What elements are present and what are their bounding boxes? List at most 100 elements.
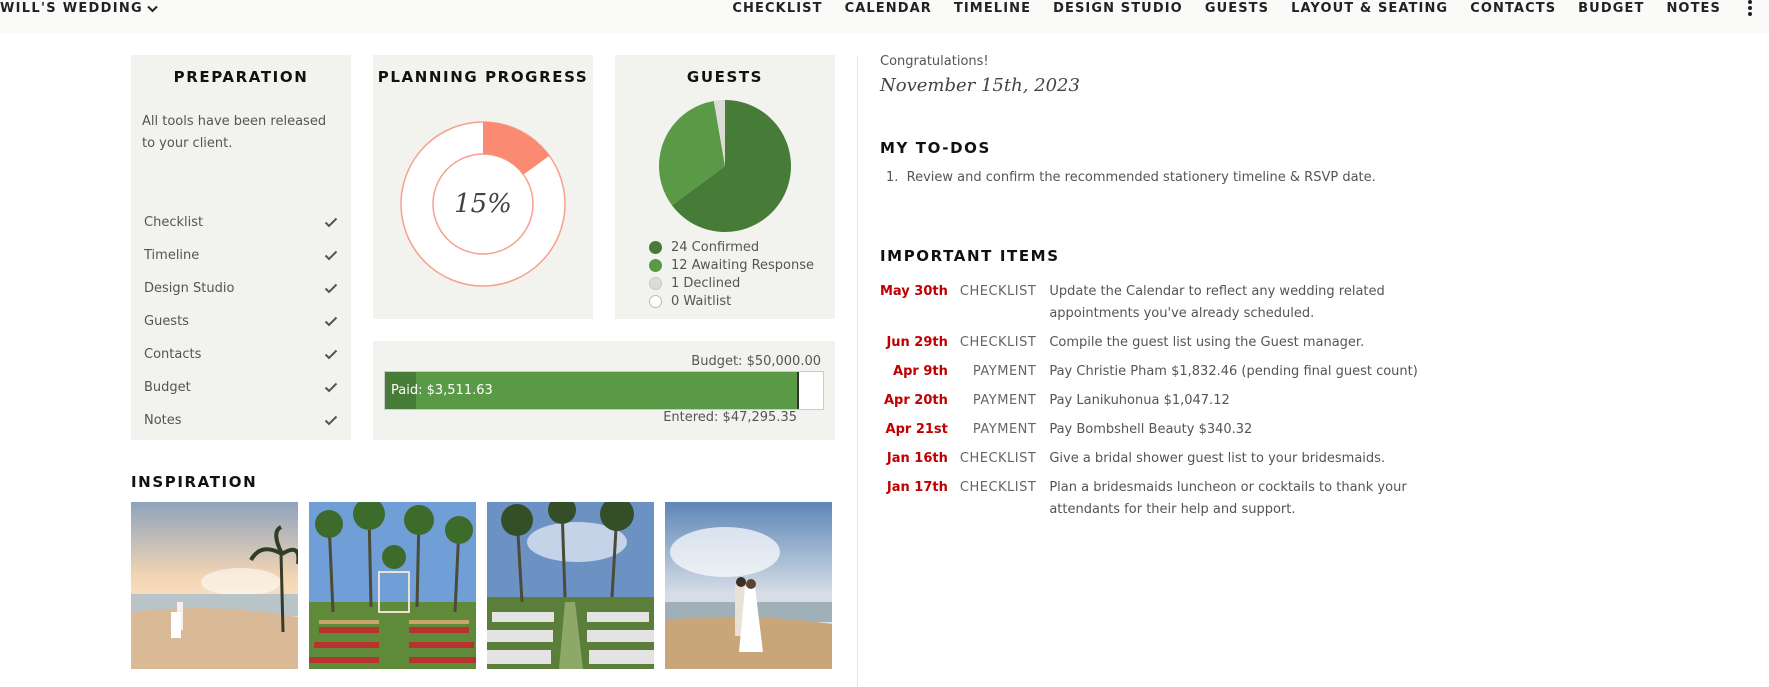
planning-progress-title: PLANNING PROGRESS <box>377 68 589 86</box>
todo-text: Review and confirm the recommended stati… <box>906 170 1376 185</box>
item-date: Apr 20th <box>884 393 948 408</box>
tool-name: Guests <box>144 314 189 329</box>
progress-percent: 15% <box>454 189 512 219</box>
item-text: Pay Lanikuhonua $1,047.12 <box>1049 393 1230 408</box>
item-text: Pay Christie Pham $1,832.46 (pending fin… <box>1049 364 1418 379</box>
wedding-date: November 15th, 2023 <box>880 75 1080 96</box>
list-item: Budget <box>144 371 338 404</box>
legend-label: 12 Awaiting Response <box>671 257 815 273</box>
item-date: Jan 17th <box>886 480 948 495</box>
preparation-note: All tools have been released to your cli… <box>142 114 327 151</box>
table-row[interactable]: Apr 21st PAYMENT Pay Bombshell Beauty $340… <box>880 419 1480 448</box>
inspiration-title: INSPIRATION <box>131 473 258 491</box>
guest-legend: 24 Confirmed 12 Awaiting Response 1 Decl… <box>649 238 814 310</box>
table-row[interactable]: Apr 20th PAYMENT Pay Lanikuhonua $1,047.12 <box>880 390 1480 419</box>
item-date: Apr 9th <box>893 364 948 379</box>
guests-panel: GUESTS 24 Confirmed 12 Awaiting Response… <box>615 55 835 319</box>
list-item: Contacts <box>144 338 338 371</box>
item-category: CHECKLIST <box>959 480 1037 495</box>
chevron-down-icon <box>147 5 158 12</box>
planning-progress-panel: PLANNING PROGRESS 15% <box>373 55 593 319</box>
legend-dot <box>649 294 662 308</box>
table-row[interactable]: Jan 16th CHECKLIST Give a bridal shower gu… <box>880 448 1480 477</box>
check-icon <box>324 316 338 327</box>
check-icon <box>324 382 338 393</box>
item-text: Compile the guest list using the Guest m… <box>1049 335 1365 350</box>
table-row[interactable]: May 30th CHECKLIST Update the Calendar to … <box>880 281 1480 332</box>
list-item: Design Studio <box>144 272 338 305</box>
legend-dot <box>649 240 662 254</box>
item-category: CHECKLIST <box>959 284 1037 299</box>
more-menu-icon[interactable] <box>1747 0 1753 16</box>
tool-name: Design Studio <box>144 281 235 296</box>
table-row[interactable]: Jun 29th CHECKLIST Compile the guest list … <box>880 332 1480 361</box>
todo-item[interactable]: 1. Review and confirm the recommended st… <box>886 170 1376 185</box>
inspiration-photo-ceremony-aisle[interactable] <box>487 502 654 669</box>
legend-item-waitlist[interactable]: 0 Waitlist <box>649 292 814 310</box>
legend-label: 24 Confirmed <box>671 239 760 255</box>
check-icon <box>324 349 338 360</box>
important-items-table: May 30th CHECKLIST Update the Calendar to … <box>880 281 1480 528</box>
nav-guests[interactable]: GUESTS <box>1205 1 1269 16</box>
top-navigation: WILL'S WEDDING CHECKLIST CALENDAR TIMELI… <box>0 0 1769 33</box>
item-text: Update the Calendar to reflect any weddi… <box>1049 284 1385 321</box>
item-category: PAYMENT <box>972 393 1037 408</box>
nav-contacts[interactable]: CONTACTS <box>1470 1 1556 16</box>
budget-bar[interactable]: Paid: $3,511.63 <box>384 371 824 410</box>
legend-label: 1 Declined <box>671 275 741 291</box>
item-category: PAYMENT <box>972 364 1037 379</box>
preparation-panel: PREPARATION All tools have been released… <box>131 55 351 440</box>
inspiration-photo-beach-sunset[interactable] <box>131 502 298 669</box>
preparation-list: Checklist Timeline Design Studio Guests … <box>144 215 338 437</box>
column-divider <box>857 56 858 687</box>
legend-item-awaiting[interactable]: 12 Awaiting Response <box>649 256 814 274</box>
tool-name: Timeline <box>144 248 200 263</box>
item-category: CHECKLIST <box>959 335 1037 350</box>
table-row[interactable]: Jan 17th CHECKLIST Plan a bridesmaids lunc… <box>880 477 1480 528</box>
preparation-title: PREPARATION <box>173 68 309 86</box>
nav-calendar[interactable]: CALENDAR <box>845 1 932 16</box>
legend-item-declined[interactable]: 1 Declined <box>649 274 814 292</box>
nav-notes[interactable]: NOTES <box>1666 1 1721 16</box>
wedding-switcher[interactable]: WILL'S WEDDING <box>0 0 158 17</box>
legend-label: 0 Waitlist <box>671 293 732 309</box>
nav-design-studio[interactable]: DESIGN STUDIO <box>1053 1 1183 16</box>
item-date: Jun 29th <box>886 335 948 350</box>
budget-paid-label: Paid: $3,511.63 <box>391 383 493 398</box>
guests-title: GUESTS <box>686 68 764 86</box>
item-date: Jan 16th <box>886 451 948 466</box>
tool-name: Notes <box>144 413 182 428</box>
important-items-title: IMPORTANT ITEMS <box>880 247 1060 265</box>
item-category: PAYMENT <box>972 422 1037 437</box>
list-item: Guests <box>144 305 338 338</box>
budget-panel: Budget: $50,000.00 Paid: $3,511.63 Enter… <box>373 341 835 440</box>
my-todos-title: MY TO-DOS <box>880 139 991 157</box>
guest-pie-chart <box>659 100 791 232</box>
item-date: May 30th <box>880 284 948 299</box>
table-row[interactable]: Apr 9th PAYMENT Pay Christie Pham $1,832.4… <box>880 361 1480 390</box>
list-item: Notes <box>144 404 338 437</box>
tool-name: Budget <box>144 380 191 395</box>
check-icon <box>324 415 338 426</box>
check-icon <box>324 217 338 228</box>
nav-layout-seating[interactable]: LAYOUT & SEATING <box>1291 1 1448 16</box>
legend-dot <box>649 276 662 290</box>
legend-item-confirmed[interactable]: 24 Confirmed <box>649 238 814 256</box>
item-category: CHECKLIST <box>959 451 1037 466</box>
inspiration-photo-ceremony-palms[interactable] <box>309 502 476 669</box>
item-date: Apr 21st <box>885 422 948 437</box>
item-text: Give a bridal shower guest list to your … <box>1049 451 1386 466</box>
inspiration-photo-couple-shore[interactable] <box>665 502 832 669</box>
item-text: Plan a bridesmaids luncheon or cocktails… <box>1049 480 1407 517</box>
budget-total: Budget: $50,000.00 <box>691 354 821 369</box>
item-text: Pay Bombshell Beauty $340.32 <box>1049 422 1253 437</box>
legend-dot <box>649 258 662 272</box>
nav-timeline[interactable]: TIMELINE <box>954 1 1031 16</box>
check-icon <box>324 250 338 261</box>
tool-name: Contacts <box>144 347 202 362</box>
nav-checklist[interactable]: CHECKLIST <box>732 1 822 16</box>
check-icon <box>324 283 338 294</box>
nav-budget[interactable]: BUDGET <box>1578 1 1644 16</box>
list-item: Timeline <box>144 239 338 272</box>
main-nav: CHECKLIST CALENDAR TIMELINE DESIGN STUDI… <box>710 0 1721 17</box>
